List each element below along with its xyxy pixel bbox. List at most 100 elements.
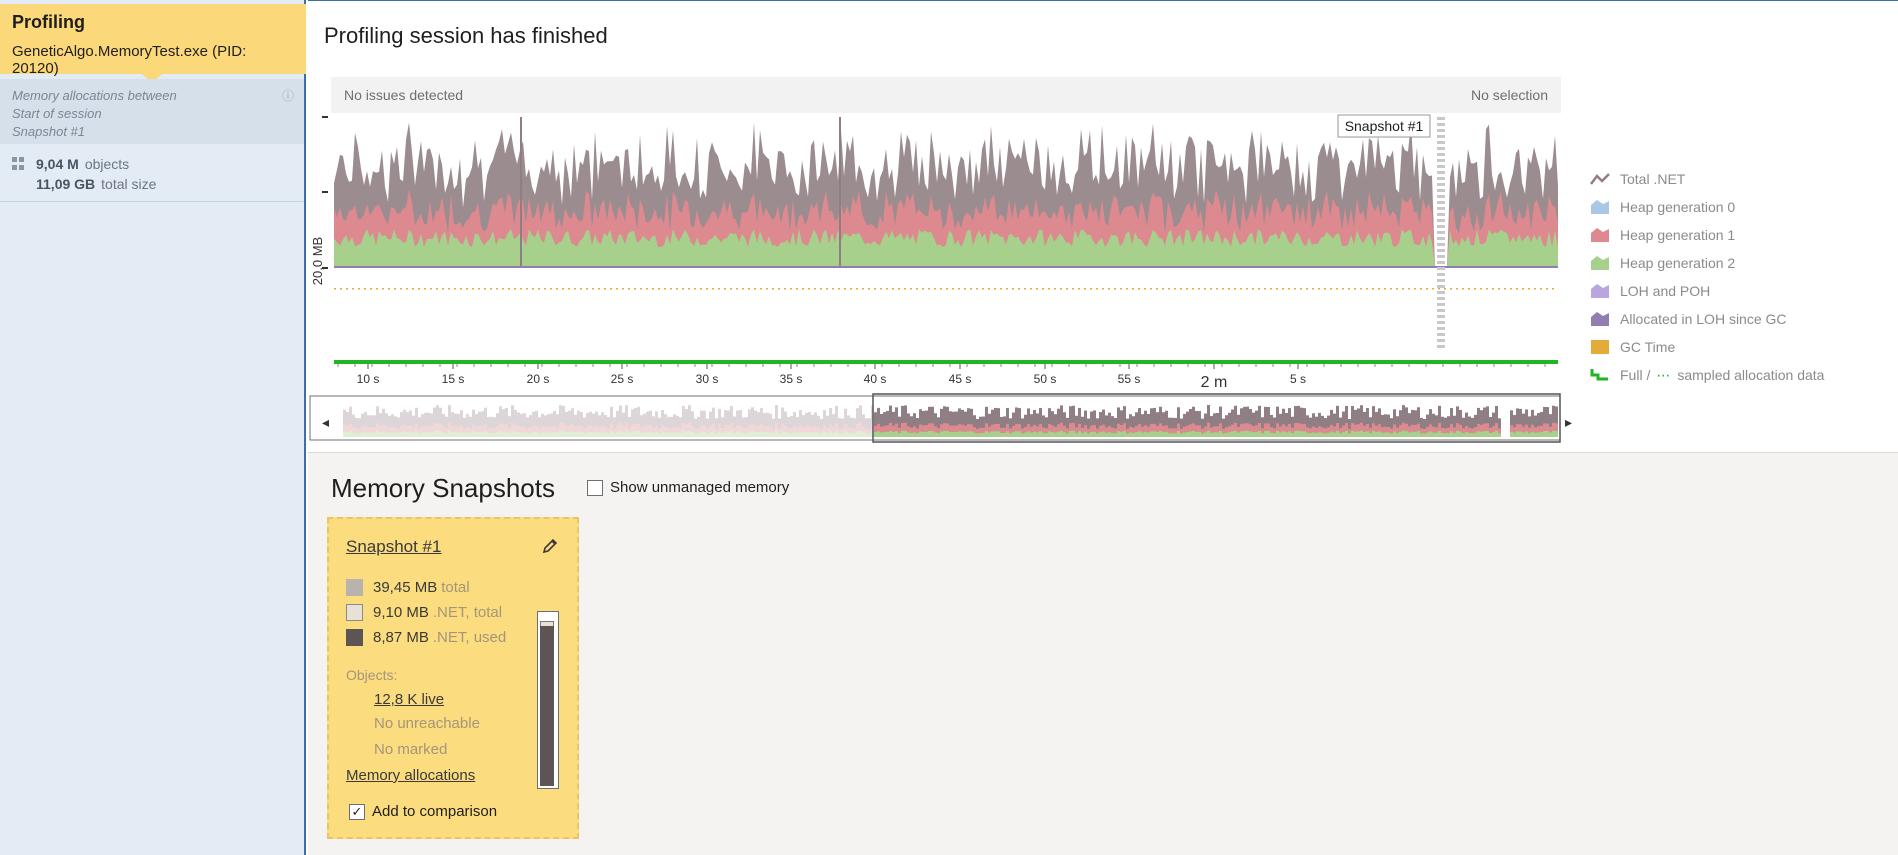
nav-next-arrow[interactable]: ▸: [1565, 415, 1572, 431]
overview-bar: [682, 430, 685, 437]
x-tick-label: 50 s: [1034, 372, 1057, 386]
overview-bar: [820, 428, 823, 434]
overview-bar: [700, 431, 703, 437]
allocations-panel[interactable]: Memory allocations between Start of sess…: [0, 79, 304, 144]
gc-mark: [430, 288, 432, 290]
x-tick-label: 15 s: [442, 372, 465, 386]
overview-bar: [913, 432, 916, 437]
overview-bar: [1267, 423, 1270, 432]
gc-mark: [412, 288, 414, 290]
x-tick-label: 55 s: [1118, 372, 1141, 386]
gc-mark: [1186, 288, 1188, 290]
snapshot-name-link[interactable]: Snapshot #1: [346, 537, 441, 557]
overview-bar: [1141, 432, 1144, 437]
overview-bar: [1123, 430, 1126, 437]
overview-bar: [670, 432, 673, 437]
overview-bar: [673, 432, 676, 437]
checkbox-box[interactable]: [587, 479, 603, 496]
gc-mark: [1156, 288, 1158, 290]
overview-bar: [1039, 431, 1042, 437]
overview-bar: [1108, 432, 1111, 437]
info-icon[interactable]: ⓘ: [282, 87, 294, 105]
sidebar-divider: [0, 201, 304, 202]
gc-mark: [916, 288, 918, 290]
gc-mark: [754, 288, 756, 290]
overview-bar: [745, 433, 748, 437]
overview-bar: [772, 428, 775, 434]
checkbox-checked[interactable]: ✓: [349, 803, 365, 820]
chart-plot-area[interactable]: [334, 117, 1558, 268]
overview-bar: [1459, 424, 1462, 432]
overview-bar: [1171, 433, 1174, 437]
gc-mark: [700, 288, 702, 290]
gc-mark: [490, 288, 492, 290]
live-objects-link[interactable]: 12,8 K live: [374, 691, 444, 708]
overview-bar: [1048, 431, 1051, 437]
sampling-line: [334, 360, 1558, 364]
overview-bar: [529, 432, 532, 437]
overview-bar: [1180, 433, 1183, 437]
overview-bar: [817, 427, 820, 433]
overview-bar: [469, 427, 472, 433]
memory-timeline-chart[interactable]: 20,0 MB 10 s 15 s 20 s 25 s 30 s 35 s 40 s 45 s…: [308, 111, 1578, 456]
overview-bar: [427, 426, 430, 433]
overview-bar: [475, 432, 478, 437]
overview-bar: [580, 425, 583, 433]
overview-bar: [412, 432, 415, 437]
gc-mark: [1510, 288, 1512, 290]
overview-bar: [1483, 423, 1486, 432]
nav-prev-arrow[interactable]: ◂: [322, 415, 329, 431]
gc-mark: [1210, 288, 1212, 290]
gc-mark: [466, 288, 468, 290]
app-window: Profiling GeneticAlgo.MemoryTest.exe (PI…: [0, 0, 1898, 855]
overview-bar: [397, 433, 400, 437]
overview-bar: [487, 428, 490, 434]
gc-mark: [1174, 288, 1176, 290]
show-unmanaged-checkbox[interactable]: Show unmanaged memory: [587, 479, 789, 496]
overview-bar: [610, 430, 613, 437]
x-tick-label: 10 s: [357, 372, 380, 386]
overview-bar: [1510, 431, 1513, 437]
session-header[interactable]: Profiling GeneticAlgo.MemoryTest.exe (PI…: [0, 4, 306, 77]
overview-bar: [886, 425, 889, 432]
overview-bar: [1495, 423, 1498, 431]
overview-bar: [1219, 423, 1222, 431]
overview-bar: [1519, 431, 1522, 437]
overview-bar: [1276, 423, 1279, 431]
overview-bar: [694, 428, 697, 434]
snapshot-card[interactable]: Snapshot #1 39,45 MB total 9,10 MB .NET,…: [327, 517, 579, 839]
overview-strip[interactable]: [309, 393, 1561, 443]
overview-bar: [448, 422, 451, 431]
gc-mark: [1042, 288, 1044, 290]
memory-allocations-link[interactable]: Memory allocations: [346, 767, 475, 784]
overview-bar: [1204, 432, 1207, 437]
overview-bar: [943, 430, 946, 437]
overview-bar: [787, 432, 790, 437]
overview-bar: [571, 424, 574, 432]
overview-bar: [574, 432, 577, 437]
overview-bar: [859, 422, 862, 431]
gc-mark: [1432, 288, 1434, 290]
overview-bar: [1087, 433, 1090, 437]
overview-bar: [1246, 423, 1249, 431]
gc-mark: [1048, 288, 1050, 290]
overview-bar: [535, 425, 538, 432]
pencil-icon[interactable]: [541, 537, 559, 555]
overview-bar: [355, 433, 358, 437]
add-to-comparison-checkbox[interactable]: ✓ Add to comparison: [349, 803, 497, 820]
overview-bar: [1510, 424, 1513, 432]
overview-bar: [523, 432, 526, 437]
overview-bar: [1048, 424, 1051, 432]
overview-bar: [511, 430, 514, 437]
sidebar: Profiling GeneticAlgo.MemoryTest.exe (PI…: [0, 0, 306, 855]
overview-bar: [931, 430, 934, 437]
overview-bar: [898, 432, 901, 437]
overview-bar: [778, 428, 781, 434]
overview-bar: [442, 432, 445, 437]
overview-bar: [937, 428, 940, 434]
overview-bar: [1126, 433, 1129, 437]
overview-bar: [622, 426, 625, 433]
overview-bar: [457, 426, 460, 433]
overview-bar: [1318, 426, 1321, 433]
overview-bar: [814, 425, 817, 433]
